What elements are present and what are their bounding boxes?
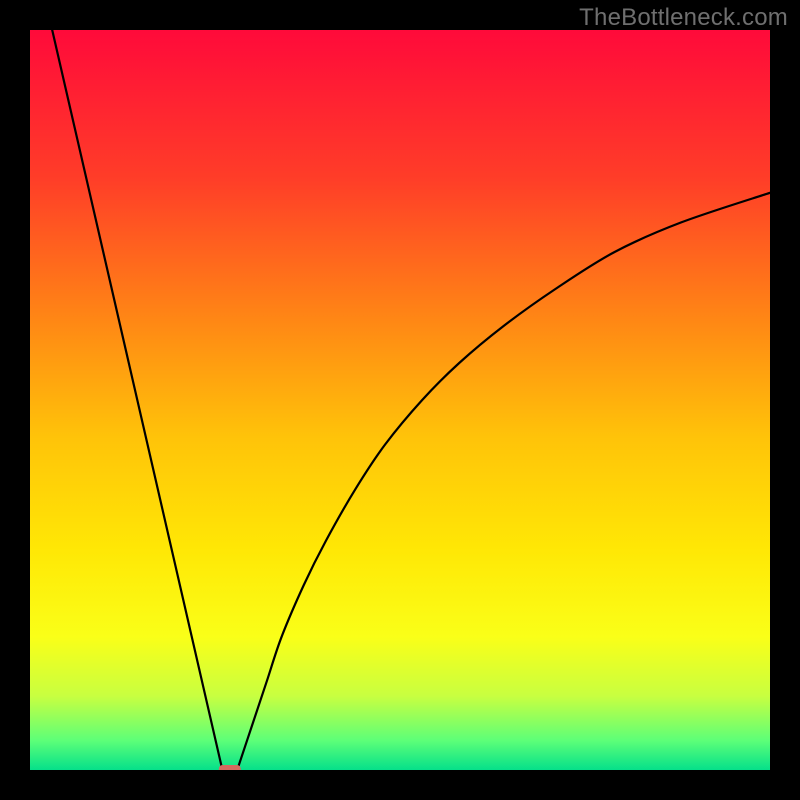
chart-frame: TheBottleneck.com [0, 0, 800, 800]
plot-area [30, 30, 770, 770]
watermark-text: TheBottleneck.com [579, 4, 788, 32]
chart-svg [30, 30, 770, 770]
gradient-background [30, 30, 770, 770]
minimum-marker [219, 765, 241, 770]
